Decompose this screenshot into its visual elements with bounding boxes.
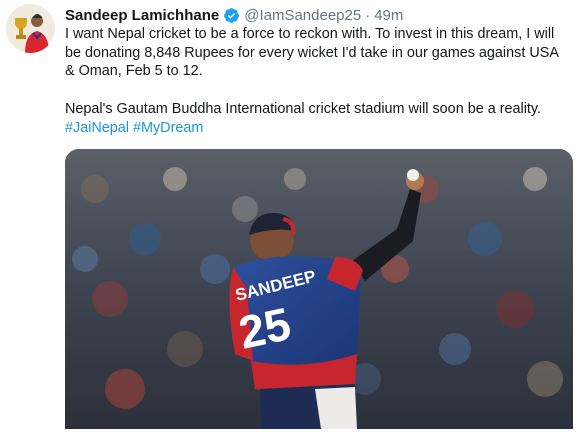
tweet[interactable]: Sandeep Lamichhane @IamSandeep25 · 49m I…	[0, 0, 586, 432]
cricket-photo: SANDEEP 25	[65, 149, 573, 429]
jersey-number: 25	[234, 297, 295, 359]
tweet-header: Sandeep Lamichhane @IamSandeep25 · 49m	[65, 6, 403, 25]
hashtag-mydream[interactable]: #MyDream	[133, 120, 203, 136]
header-separator: ·	[365, 7, 371, 24]
tweet-text-paragraph-2: Nepal's Gautam Buddha International cric…	[65, 100, 570, 137]
tweet-text: I want Nepal cricket to be a force to re…	[65, 25, 570, 137]
tweet-text-sentence: Nepal's Gautam Buddha International cric…	[65, 100, 542, 117]
avatar[interactable]	[6, 4, 55, 53]
avatar-image	[6, 4, 55, 53]
author-name[interactable]: Sandeep Lamichhane	[65, 7, 219, 24]
tweet-timestamp[interactable]: 49m	[374, 7, 403, 24]
tweet-media-photo[interactable]: SANDEEP 25	[65, 149, 573, 429]
author-handle[interactable]: @IamSandeep25	[244, 7, 361, 24]
hashtag-jainepal[interactable]: #JaiNepal	[65, 120, 129, 136]
tweet-text-paragraph-1: I want Nepal cricket to be a force to re…	[65, 26, 559, 80]
verified-badge-icon	[223, 7, 240, 24]
